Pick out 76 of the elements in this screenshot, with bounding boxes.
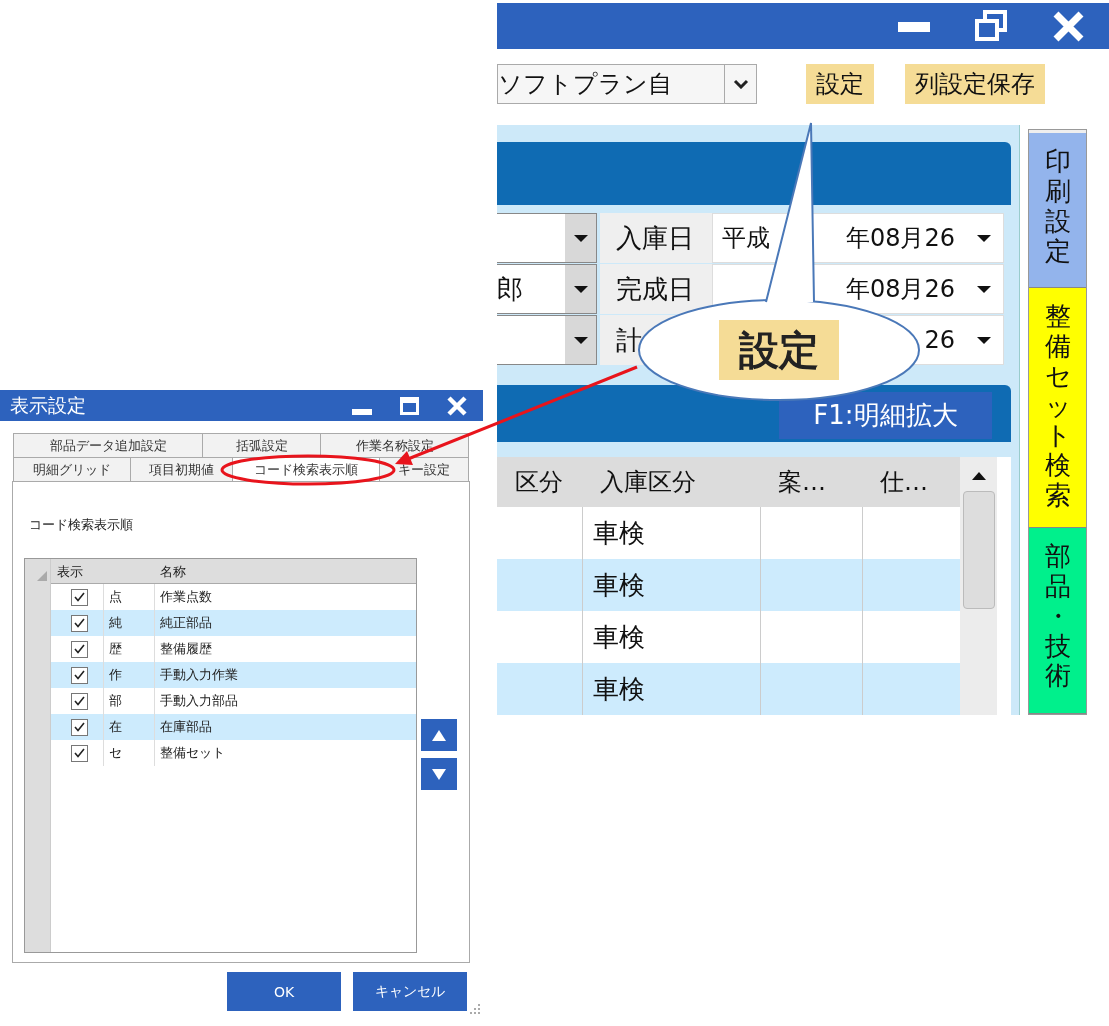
column-header[interactable]: 区分: [497, 457, 582, 507]
dropdown-arrow-icon: [573, 285, 588, 293]
chevron-down-icon: [732, 78, 749, 89]
minimize-icon[interactable]: [898, 20, 930, 32]
side-tab[interactable]: 整備セット検索: [1029, 287, 1086, 528]
date-text: 年08月26: [845, 274, 955, 305]
check-icon: [74, 670, 85, 680]
tab[interactable]: 部品データ追加設定: [13, 433, 203, 458]
table-cell: セ: [103, 740, 154, 766]
dropdown-arrow-icon: [977, 285, 991, 293]
checkbox[interactable]: [71, 640, 88, 658]
company-select[interactable]: ソフトプラン自: [497, 63, 757, 104]
field-label: 完成日: [600, 264, 712, 314]
combo-field[interactable]: [497, 213, 597, 263]
table-cell: 手動入力作業: [154, 662, 416, 688]
restore-icon[interactable]: [975, 10, 1007, 42]
corner-icon: [37, 571, 47, 581]
date-text: 26: [924, 326, 955, 354]
table-cell: 整備セット: [154, 740, 416, 766]
close-icon[interactable]: [1052, 9, 1085, 43]
minimize-icon[interactable]: [352, 408, 372, 415]
combo-field[interactable]: [497, 315, 597, 365]
combo-field[interactable]: 郎: [497, 264, 597, 314]
column-header[interactable]: 仕…: [862, 457, 960, 507]
date-text: 平成: [722, 223, 770, 254]
check-icon: [74, 618, 85, 628]
side-tab[interactable]: 印刷設定: [1029, 133, 1086, 288]
side-tab[interactable]: 部品・技術: [1029, 527, 1086, 714]
table-cell: 作: [103, 662, 154, 688]
column-header[interactable]: 案…: [760, 457, 862, 507]
scroll-up-icon[interactable]: [970, 471, 987, 481]
table-cell: 在: [103, 714, 154, 740]
tab[interactable]: 明細グリッド: [13, 457, 131, 482]
down-triangle-icon: [432, 768, 446, 780]
checkbox[interactable]: [71, 718, 88, 736]
checkbox[interactable]: [71, 588, 88, 606]
section-label: コード検索表示順: [29, 516, 134, 534]
expand-details-button[interactable]: F1:明細拡大: [779, 392, 992, 439]
save-columns-button[interactable]: 列設定保存: [905, 63, 1045, 104]
move-up-button[interactable]: [421, 719, 457, 751]
checkbox[interactable]: [71, 744, 88, 762]
dropdown-arrow-icon: [977, 336, 991, 344]
table-row[interactable]: 車検: [497, 559, 960, 611]
settings-button[interactable]: 設定: [806, 63, 874, 104]
check-icon: [74, 696, 85, 706]
column-header[interactable]: 名称: [154, 559, 416, 584]
check-icon: [74, 592, 85, 602]
table-cell: 純: [103, 610, 154, 636]
table-cell: 純正部品: [154, 610, 416, 636]
table-cell: 車検: [582, 663, 760, 715]
callout-label: 設定: [719, 320, 839, 380]
checkbox[interactable]: [71, 614, 88, 632]
window-title: 表示設定: [10, 392, 87, 418]
date-text: 年08月26: [845, 223, 955, 254]
maximize-icon[interactable]: [400, 396, 419, 415]
column-header[interactable]: 入庫区分: [582, 457, 760, 507]
column-header[interactable]: 表示: [51, 559, 154, 584]
check-icon: [74, 644, 85, 654]
checkbox[interactable]: [71, 692, 88, 710]
scroll-thumb[interactable]: [962, 491, 995, 609]
dropdown-arrow-icon: [573, 336, 588, 344]
table-row[interactable]: 車検: [497, 663, 960, 715]
dropdown-arrow-icon: [573, 234, 588, 242]
resize-grip-icon[interactable]: [469, 1003, 481, 1015]
check-icon: [74, 748, 85, 758]
check-icon: [74, 722, 85, 732]
field-label: 入庫日: [600, 213, 712, 263]
close-icon[interactable]: [447, 395, 467, 416]
cancel-button[interactable]: キャンセル: [353, 972, 467, 1011]
ok-button[interactable]: OK: [227, 972, 341, 1011]
checkbox[interactable]: [71, 666, 88, 684]
move-down-button[interactable]: [421, 758, 457, 790]
scrollbar[interactable]: [960, 457, 997, 715]
dropdown-arrow-icon: [977, 234, 991, 242]
table-cell: 在庫部品: [154, 714, 416, 740]
up-triangle-icon: [432, 729, 446, 741]
